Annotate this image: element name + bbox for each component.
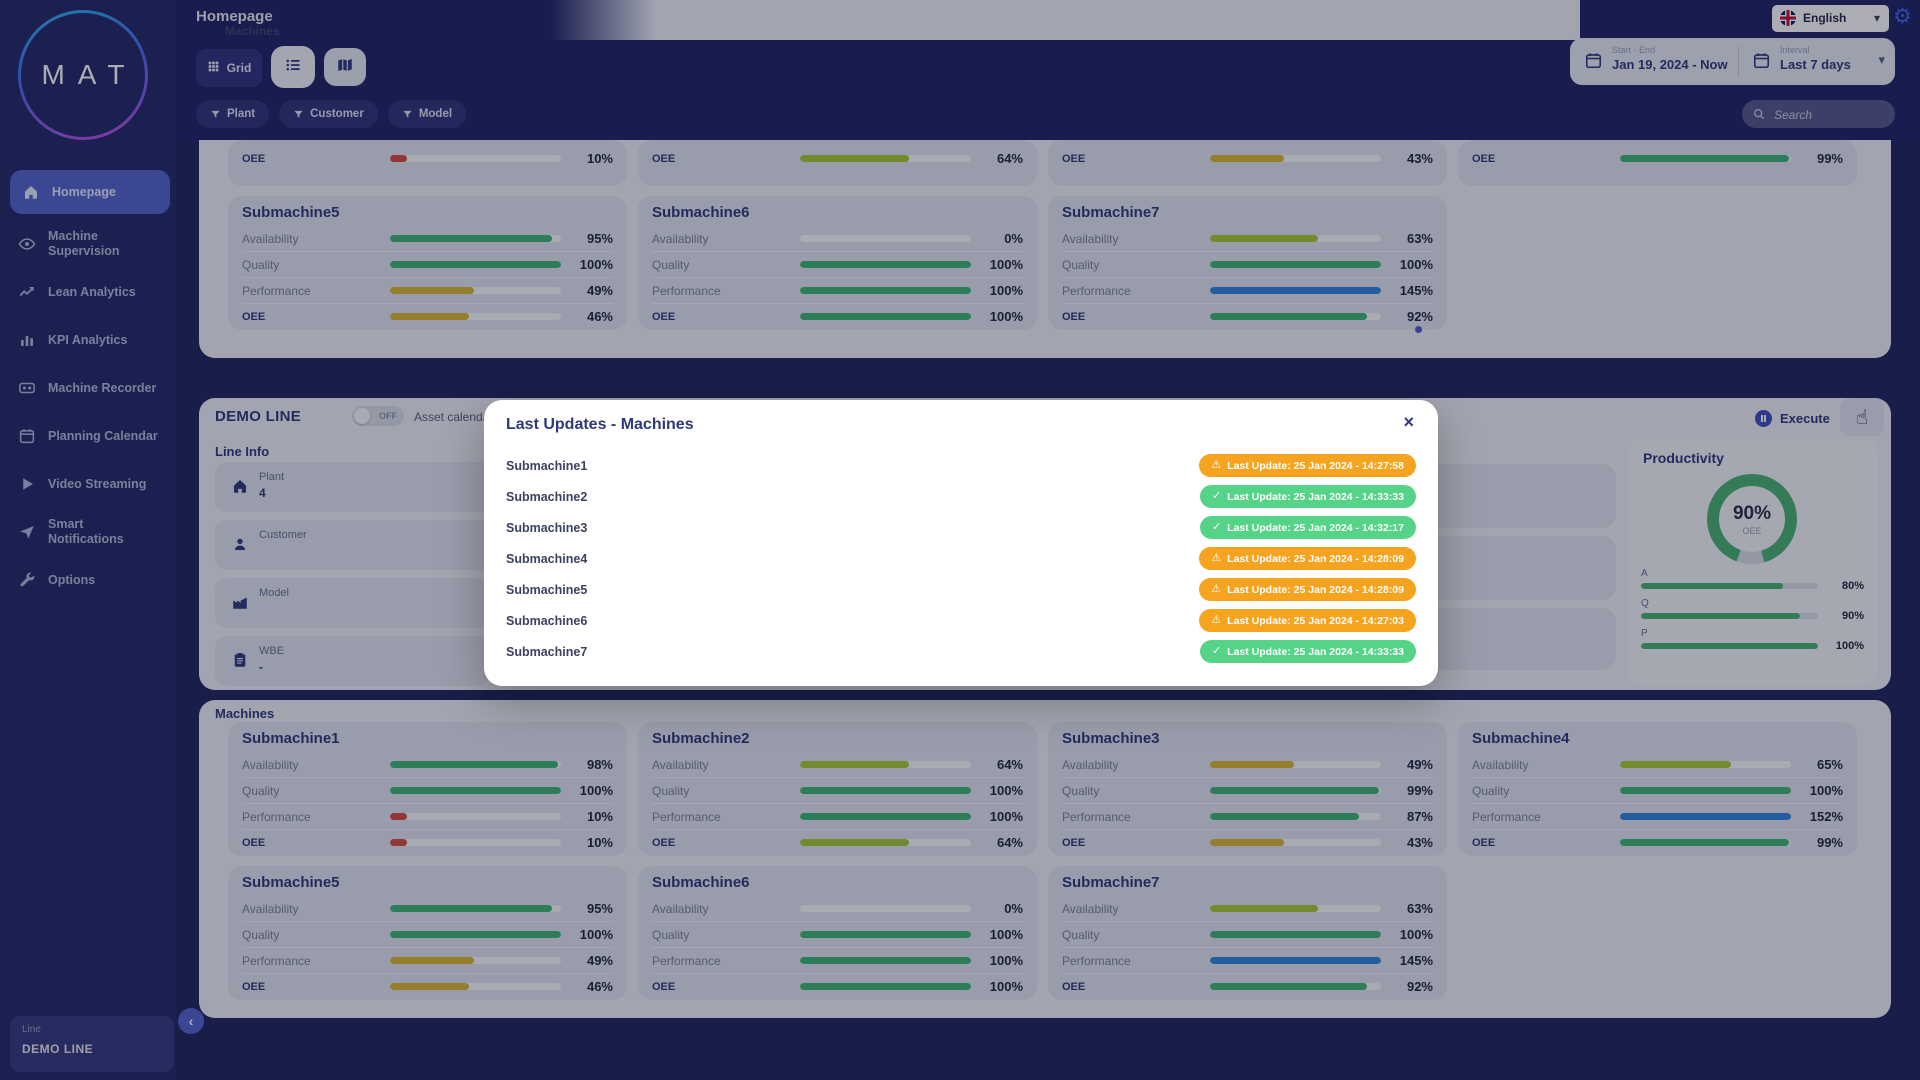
modal-title: Last Updates - Machines — [506, 416, 694, 434]
app-window: MAT HomepageMachine SupervisionLean Anal… — [0, 0, 1920, 1080]
last-update-badge: ✓ Last Update: 25 Jan 2024 - 14:33:33 — [1200, 640, 1416, 663]
modal-machine-name: Submachine1 — [506, 459, 587, 473]
modal-row-submachine3: Submachine3 ✓ Last Update: 25 Jan 2024 - 1… — [506, 512, 1416, 543]
last-updates-modal: Last Updates - Machines × Submachine1 ⚠ La… — [484, 400, 1438, 686]
modal-row-submachine4: Submachine4 ⚠ Last Update: 25 Jan 2024 - 1… — [506, 543, 1416, 574]
last-update-badge: ⚠ Last Update: 25 Jan 2024 - 14:27:58 — [1199, 454, 1416, 477]
last-update-text: Last Update: 25 Jan 2024 - 14:33:33 — [1227, 646, 1404, 658]
last-update-text: Last Update: 25 Jan 2024 - 14:33:33 — [1227, 491, 1404, 503]
modal-machine-name: Submachine2 — [506, 490, 587, 504]
last-update-text: Last Update: 25 Jan 2024 - 14:32:17 — [1227, 522, 1404, 534]
check-icon: ✓ — [1212, 522, 1221, 533]
modal-rows: Submachine1 ⚠ Last Update: 25 Jan 2024 - 1… — [506, 450, 1416, 667]
check-icon: ✓ — [1212, 646, 1221, 657]
last-update-badge: ✓ Last Update: 25 Jan 2024 - 14:33:33 — [1200, 485, 1416, 508]
modal-machine-name: Submachine6 — [506, 614, 587, 628]
warning-icon: ⚠ — [1211, 553, 1221, 564]
warning-icon: ⚠ — [1211, 584, 1221, 595]
last-update-badge: ⚠ Last Update: 25 Jan 2024 - 14:27:03 — [1199, 609, 1416, 632]
last-update-badge: ✓ Last Update: 25 Jan 2024 - 14:32:17 — [1200, 516, 1416, 539]
last-update-text: Last Update: 25 Jan 2024 - 14:27:58 — [1227, 460, 1404, 472]
modal-row-submachine5: Submachine5 ⚠ Last Update: 25 Jan 2024 - 1… — [506, 574, 1416, 605]
last-update-badge: ⚠ Last Update: 25 Jan 2024 - 14:28:09 — [1199, 578, 1416, 601]
last-update-text: Last Update: 25 Jan 2024 - 14:28:09 — [1227, 584, 1404, 596]
modal-machine-name: Submachine5 — [506, 583, 587, 597]
modal-machine-name: Submachine7 — [506, 645, 587, 659]
last-update-text: Last Update: 25 Jan 2024 - 14:28:09 — [1227, 553, 1404, 565]
check-icon: ✓ — [1212, 491, 1221, 502]
modal-row-submachine2: Submachine2 ✓ Last Update: 25 Jan 2024 - 1… — [506, 481, 1416, 512]
warning-icon: ⚠ — [1211, 460, 1221, 471]
modal-row-submachine6: Submachine6 ⚠ Last Update: 25 Jan 2024 - 1… — [506, 605, 1416, 636]
last-update-text: Last Update: 25 Jan 2024 - 14:27:03 — [1227, 615, 1404, 627]
modal-row-submachine1: Submachine1 ⚠ Last Update: 25 Jan 2024 - 1… — [506, 450, 1416, 481]
modal-machine-name: Submachine4 — [506, 552, 587, 566]
modal-row-submachine7: Submachine7 ✓ Last Update: 25 Jan 2024 - 1… — [506, 636, 1416, 667]
modal-machine-name: Submachine3 — [506, 521, 587, 535]
warning-icon: ⚠ — [1211, 615, 1221, 626]
close-icon[interactable]: × — [1397, 410, 1420, 435]
last-update-badge: ⚠ Last Update: 25 Jan 2024 - 14:28:09 — [1199, 547, 1416, 570]
